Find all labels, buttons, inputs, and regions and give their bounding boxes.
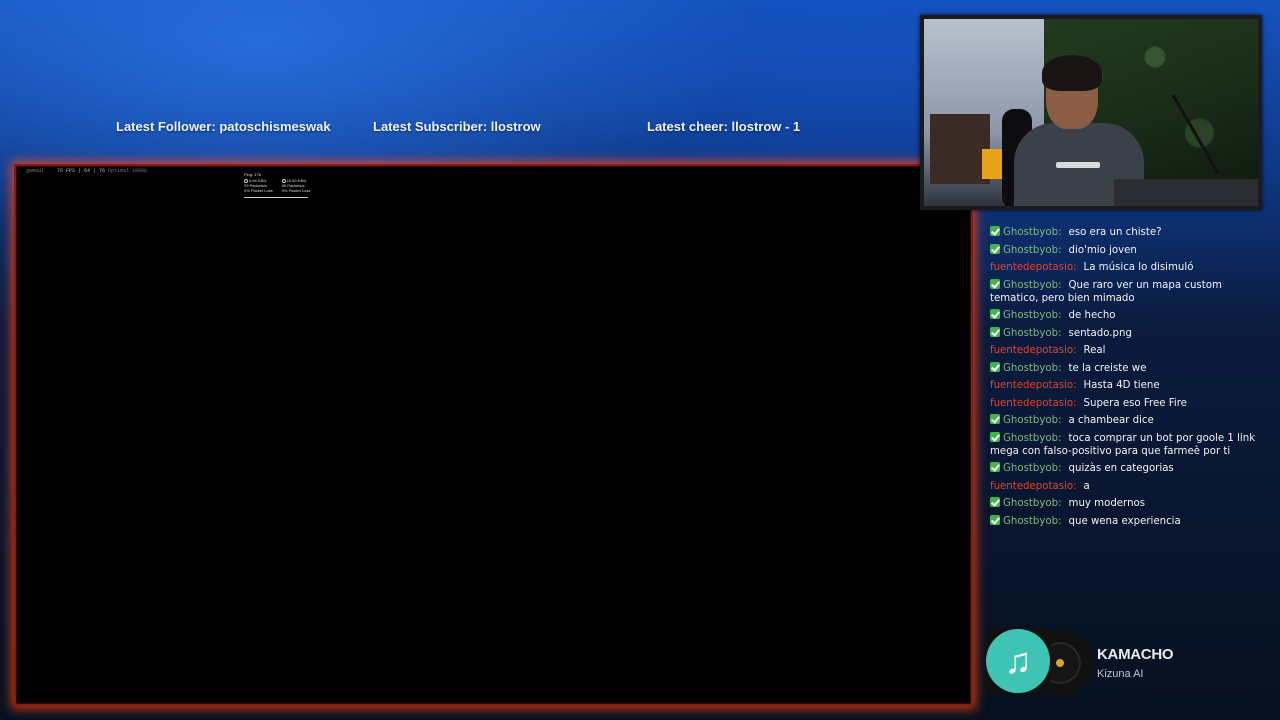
verified-check-icon [990,361,1000,372]
chat-text: dio'mio joven [1068,244,1137,256]
latest-cheer-label: Latest cheer: [647,119,728,134]
chat-text: Supera eso Free Fire [1083,397,1187,409]
chat-username[interactable]: Ghostbyob: [1003,310,1062,321]
chat-text: te la creiste we [1068,362,1147,374]
chat-message: fuentedepotasio: Real [990,344,1262,357]
chat-username[interactable]: Ghostbyob: [1003,498,1062,509]
latest-cheer-value: llostrow - 1 [731,119,801,134]
chat-text: que wena experiencia [1068,515,1181,527]
chat-message: Ghostbyob: te la creiste we [990,361,1262,375]
latest-subscriber-label: Latest Subscriber: [373,119,488,134]
network-stats-overlay: Ping: 176 0.64 KB/s 29 Packets/s 0% Pack… [244,172,314,198]
chat-username[interactable]: Ghostbyob: [1003,328,1062,339]
chat-message: fuentedepotasio: Supera eso Free Fire [990,397,1262,410]
chat-username[interactable]: Ghostbyob: [1003,227,1062,238]
chat-username[interactable]: Ghostbyob: [1003,433,1062,444]
verified-check-icon [990,514,1000,525]
verified-check-icon [990,462,1000,472]
chat-message: Ghostbyob: a chambear dice [990,414,1262,427]
chat-message: Ghostbyob: muy modernos [990,497,1262,510]
chat-username[interactable]: fuentedepotasio: [990,262,1077,273]
verified-check-icon [990,226,1000,236]
latest-follower-value: patoschismeswak [219,119,331,134]
chat-text: La música lo disimuló [1083,262,1194,273]
chat-text: de hecho [1068,310,1116,321]
chat-text: Real [1083,345,1106,356]
album-art: ♫ [985,628,1051,694]
verified-check-icon [990,243,1000,254]
hud-mode-text: Optimal 1080p [108,168,148,174]
chat-username[interactable]: fuentedepotasio: [990,398,1077,409]
verified-check-icon [990,414,1000,424]
chat-text: sentado.png [1068,327,1132,339]
chat-username[interactable]: fuentedepotasio: [990,380,1077,391]
verified-check-icon [990,278,1000,289]
verified-check-icon [990,497,1000,507]
verified-check-icon [990,431,1000,442]
latest-subscriber-value: llostrow [490,119,541,134]
chat-text: eso era un chiste? [1068,227,1162,238]
ping-text: Ping: 176 [244,172,261,177]
chat-message: Ghostbyob: que wena experiencia [990,514,1262,528]
chat-message: fuentedepotasio: a [990,480,1262,493]
chat-message: Ghostbyob: toca comprar un bot por goole … [990,431,1262,458]
song-title: KAMACHO [1097,646,1174,663]
chat-username[interactable]: Ghostbyob: [1003,415,1062,426]
chat-message: fuentedepotasio: Hasta 4D tiene [990,379,1262,392]
chat-username[interactable]: Ghostbyob: [1003,463,1062,474]
chat-message: Ghostbyob: dio'mio joven [990,243,1262,257]
chat-text: muy modernos [1068,498,1146,509]
chat-username[interactable]: fuentedepotasio: [990,481,1077,492]
chat-message: Ghostbyob: eso era un chiste? [990,226,1262,239]
net-col-incoming: 0.64 KB/s 29 Packets/s 0% Packet Loss [244,178,273,193]
chat-username[interactable]: Ghostbyob: [1003,245,1062,256]
chat-text: Hasta 4D tiene [1083,380,1160,391]
chat-text: a chambear dice [1068,415,1154,426]
latest-follower-label: Latest Follower: [116,119,216,134]
net-out-loss: 0% Packet Loss [281,188,311,193]
net-in-loss: 0% Packet Loss [244,188,273,193]
net-divider [244,197,308,198]
chat-message: fuentedepotasio: La música lo disimuló [990,261,1262,274]
now-playing-widget: ♫ KAMACHO Kizuna AI [985,628,1265,696]
webcam-feed [920,15,1262,210]
latest-follower: Latest Follower: patoschismeswak [116,119,331,134]
chat-text: a [1083,480,1090,492]
game-hud-topleft: gameUI 76 FPS | 64 | 76 Optimal 1080p [26,168,147,174]
latest-cheer: Latest cheer: llostrow - 1 [647,119,800,134]
chat-username[interactable]: fuentedepotasio: [990,345,1077,356]
music-note-icon: ♫ [986,629,1050,693]
chat-message: Ghostbyob: de hecho [990,309,1262,322]
latest-subscriber: Latest Subscriber: llostrow [373,119,541,134]
song-artist: Kizuna AI [1097,668,1144,680]
hud-fps-text: 76 FPS | 64 | 76 [57,168,106,174]
game-capture-frame: gameUI 76 FPS | 64 | 76 Optimal 1080p Pi… [14,164,973,706]
chat-message: Ghostbyob: sentado.png [990,326,1262,340]
chat-message: Ghostbyob: Que raro ver un mapa custom te… [990,278,1262,305]
chat-text: quizàs en categorias [1068,463,1174,474]
chat-username[interactable]: Ghostbyob: [1003,280,1062,291]
stream-ticker-bar: Latest Follower: patoschismeswak Latest S… [0,119,920,137]
chat-box: Ghostbyob: eso era un chiste? Ghostbyob: di… [990,226,1262,532]
hud-left-text: gameUI [26,168,45,174]
chat-username[interactable]: Ghostbyob: [1003,363,1062,374]
chat-username[interactable]: Ghostbyob: [1003,516,1062,527]
net-col-outgoing: 10.60 KB/s 50 Packets/s 0% Packet Loss [281,178,311,193]
chat-message: Ghostbyob: quizàs en categorias [990,462,1262,475]
verified-check-icon [990,326,1000,337]
verified-check-icon [990,309,1000,319]
